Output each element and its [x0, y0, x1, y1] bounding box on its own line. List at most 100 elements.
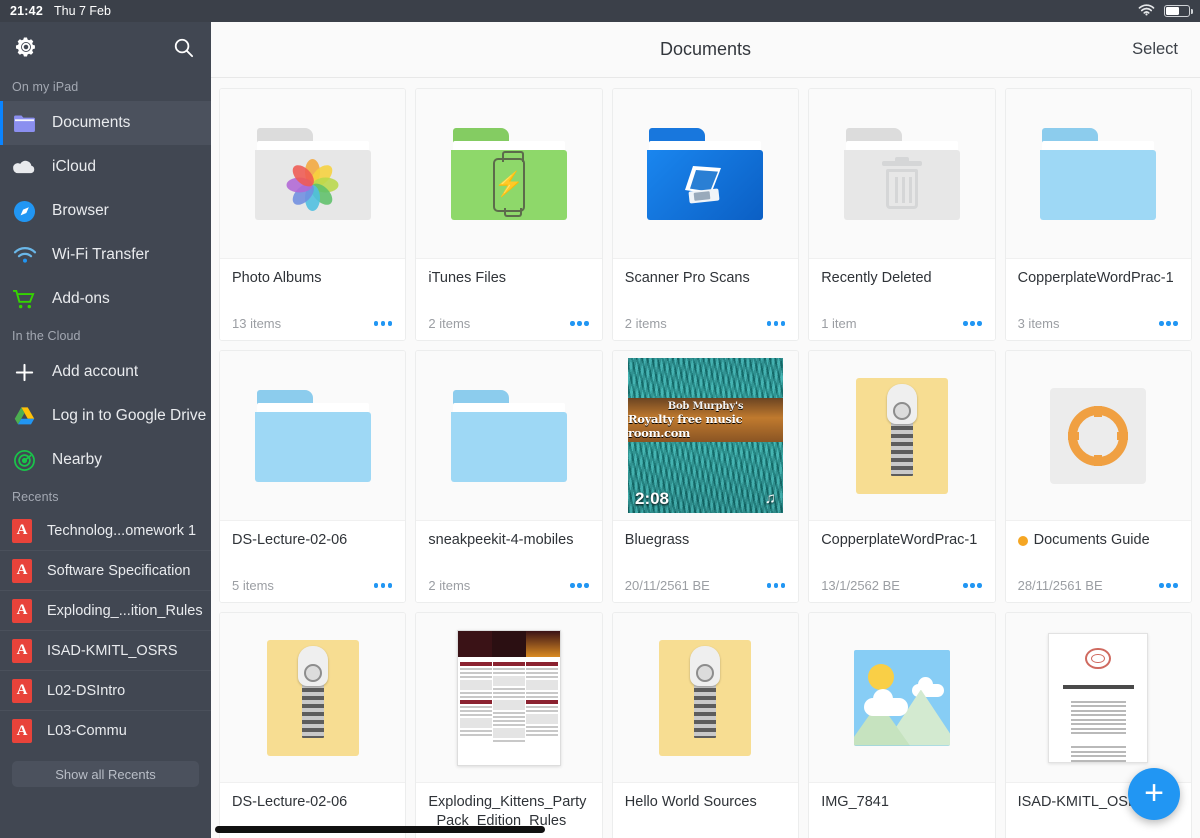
- status-date: Thu 7 Feb: [53, 4, 111, 18]
- file-card-hello-world-sources[interactable]: Hello World Sources: [611, 612, 800, 838]
- file-card-copperplatewordprac-1-zip[interactable]: CopperplateWordPrac-1 13/1/2562 BE: [808, 350, 996, 603]
- file-card-itunes-files[interactable]: ⚡ iTunes Files 2 items: [415, 88, 603, 341]
- more-options-icon[interactable]: [766, 579, 787, 592]
- show-all-recents-button[interactable]: Show all Recents: [12, 761, 199, 787]
- card-meta: 28/11/2561 BE: [1018, 578, 1179, 593]
- plus-icon: [12, 360, 37, 385]
- list-item[interactable]: A Software Specification: [0, 551, 211, 591]
- file-card-ds-lecture-02-06-folder[interactable]: DS-Lecture-02-06 5 items: [219, 350, 407, 603]
- list-item[interactable]: A Exploding_...ition_Rules: [0, 591, 211, 631]
- more-options-icon[interactable]: [1158, 317, 1179, 330]
- pdf-icon: A: [12, 558, 32, 583]
- file-card-exploding-kittens-rules[interactable]: Exploding_Kittens_Party_Pack_Edition_Rul…: [415, 612, 603, 838]
- file-name: Recently Deleted: [821, 270, 932, 286]
- sidebar-item-label: Add-ons: [52, 290, 110, 307]
- seal-icon: [1085, 647, 1112, 670]
- sidebar-item-add-account[interactable]: Add account: [0, 350, 211, 394]
- file-card-photo-albums[interactable]: Photo Albums 13 items: [219, 88, 407, 341]
- sidebar-item-label: Documents: [52, 114, 131, 131]
- sidebar-item-wifi-transfer[interactable]: Wi-Fi Transfer: [0, 233, 211, 277]
- documents-app-window: 21:42 Thu 7 Feb On my iPad Documents iCl…: [0, 0, 1200, 838]
- shopping-cart-icon: [12, 287, 37, 312]
- add-new-button[interactable]: +: [1128, 768, 1180, 820]
- sidebar-item-documents[interactable]: Documents: [0, 101, 211, 145]
- more-options-icon[interactable]: [962, 317, 983, 330]
- file-card-img-7841[interactable]: IMG_7841: [808, 612, 996, 838]
- list-item[interactable]: A Technolog...omework 1: [0, 511, 211, 551]
- pdf-icon: A: [12, 518, 32, 543]
- list-item[interactable]: A L02-DSIntro: [0, 671, 211, 711]
- file-card-documents-guide[interactable]: Documents Guide 28/11/2561 BE: [1004, 350, 1192, 603]
- list-item[interactable]: A L03-Commu: [0, 711, 211, 751]
- card-meta: 5 items: [232, 578, 393, 593]
- more-options-icon[interactable]: [766, 317, 787, 330]
- app-body: On my iPad Documents iCloud Browser Wi-F…: [0, 22, 1200, 838]
- photos-flower-icon: [286, 158, 339, 211]
- sidebar-item-add-ons[interactable]: Add-ons: [0, 277, 211, 321]
- file-card-scanner-pro-scans[interactable]: Scanner Pro Scans 2 items: [611, 88, 800, 341]
- file-name: iTunes Files: [428, 270, 507, 286]
- horizontal-scrollbar[interactable]: [215, 826, 545, 833]
- recent-file-label: ISAD-KMITL_OSRS: [47, 642, 178, 659]
- file-card-bluegrass[interactable]: Bob Murphy's Royalty free music room.com…: [611, 350, 800, 603]
- file-name: Bluegrass: [624, 532, 690, 548]
- sidebar-item-google-drive[interactable]: Log in to Google Drive: [0, 394, 211, 438]
- video-duration: 2:08: [634, 489, 670, 508]
- wifi-icon: [12, 243, 37, 268]
- select-button[interactable]: Select: [1132, 40, 1178, 59]
- card-thumbnail: [1005, 613, 1191, 783]
- more-options-icon[interactable]: [962, 579, 983, 592]
- file-card-copperplatewordprac-1-folder[interactable]: CopperplateWordPrac-1 3 items: [1004, 88, 1192, 341]
- more-options-icon[interactable]: [1158, 579, 1179, 592]
- top-bar: Documents Select: [211, 22, 1200, 78]
- card-info: iTunes Files 2 items: [416, 259, 602, 340]
- file-name: Photo Albums: [232, 270, 322, 286]
- card-info: Recently Deleted 1 item: [809, 259, 995, 340]
- card-info: Photo Albums 13 items: [220, 259, 406, 340]
- card-thumbnail: [612, 613, 799, 783]
- file-card-sneakpeekit-4-mobiles[interactable]: sneakpeekit-4-mobiles 2 items: [415, 350, 603, 603]
- document-page-thumbnail: [1048, 632, 1149, 763]
- file-subtitle: 20/11/2561 BE: [624, 578, 710, 593]
- more-options-icon[interactable]: [373, 579, 394, 592]
- card-info: CopperplateWordPrac-1 3 items: [1005, 259, 1191, 340]
- card-thumbnail: ⚡: [416, 89, 602, 259]
- cloud-icon: [12, 155, 37, 180]
- sidebar-section-on-my-ipad: On my iPad: [12, 80, 79, 94]
- sidebar-toolbar: [0, 22, 211, 72]
- list-item[interactable]: A ISAD-KMITL_OSRS: [0, 631, 211, 671]
- more-options-icon[interactable]: [569, 317, 590, 330]
- sidebar-item-nearby[interactable]: Nearby: [0, 438, 211, 482]
- file-subtitle: 13 items: [232, 316, 282, 331]
- video-title-line1: Bob Murphy's: [667, 400, 744, 412]
- folder-blue-icon: [254, 389, 371, 482]
- search-icon[interactable]: [172, 36, 195, 59]
- compass-icon: [12, 199, 37, 224]
- more-options-icon[interactable]: [373, 317, 394, 330]
- card-meta: 20/11/2561 BE: [625, 578, 786, 593]
- file-card-ds-lecture-02-06-zip[interactable]: DS-Lecture-02-06: [219, 612, 407, 838]
- file-grid-scroll-area[interactable]: Photo Albums 13 items ⚡ iTunes Files 2 i…: [211, 78, 1200, 838]
- more-options-icon[interactable]: [569, 579, 590, 592]
- file-subtitle: 28/11/2561 BE: [1017, 578, 1103, 593]
- card-thumbnail: Bob Murphy's Royalty free music room.com…: [612, 351, 799, 521]
- sidebar-item-icloud[interactable]: iCloud: [0, 145, 211, 189]
- pdf-icon: A: [12, 678, 32, 703]
- file-name: CopperplateWordPrac-1: [821, 532, 978, 548]
- sidebar-item-label: Nearby: [52, 451, 102, 468]
- sidebar-section-in-the-cloud: In the Cloud: [12, 329, 81, 343]
- gear-icon[interactable]: [13, 34, 39, 60]
- folder-photos-icon: [254, 127, 371, 220]
- sidebar-item-browser[interactable]: Browser: [0, 189, 211, 233]
- card-info: sneakpeekit-4-mobiles 2 items: [416, 521, 602, 602]
- card-thumbnail: [809, 613, 995, 783]
- folder-itunes-icon: ⚡: [451, 127, 568, 220]
- card-meta: 2 items: [428, 578, 589, 593]
- nearby-radar-icon: [12, 448, 37, 473]
- file-subtitle: 2 items: [624, 316, 667, 331]
- battery-icon: [1164, 5, 1194, 17]
- status-bar-right: [1138, 3, 1194, 19]
- file-card-recently-deleted[interactable]: Recently Deleted 1 item: [808, 88, 996, 341]
- folder-scanner-icon: [647, 127, 764, 220]
- life-ring-icon: [1050, 387, 1147, 484]
